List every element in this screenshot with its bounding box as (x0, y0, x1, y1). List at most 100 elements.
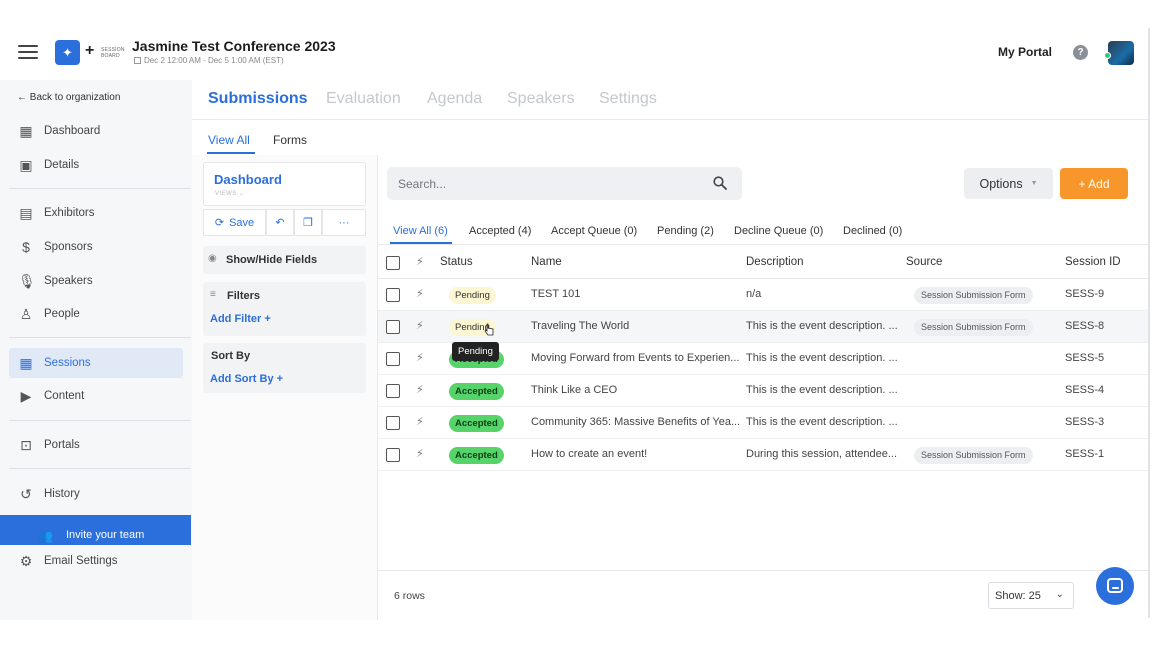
options-button[interactable]: Options ▼ (964, 168, 1053, 199)
sidebar-item-speakers[interactable]: 🎙 Speakers (9, 266, 183, 296)
search-input[interactable] (387, 167, 742, 200)
table-row[interactable]: ⚡ Pending TEST 101 n/a Session Submission Fo… (378, 279, 1148, 311)
session-description: n/a (746, 288, 762, 300)
view-selector[interactable]: Dashboard VIEWS ⌄ (203, 162, 366, 206)
row-checkbox[interactable] (386, 448, 400, 462)
hand-cursor-icon (484, 323, 494, 336)
page-size-select[interactable]: Show: 25 ⌄ (988, 582, 1074, 609)
back-to-organization-link[interactable]: ← Back to organization (17, 92, 120, 103)
tab-settings[interactable]: Settings (599, 90, 657, 108)
add-user-icon: 👥 (38, 529, 53, 543)
save-view-button[interactable]: ⟳ Save (203, 209, 266, 236)
sidebar-item-label: People (44, 308, 80, 320)
sidebar-divider (9, 420, 191, 421)
sidebar-item-label: Exhibitors (44, 207, 95, 219)
status-tab-view-all[interactable]: View All (6) (393, 225, 448, 237)
sidebar-item-sessions[interactable]: ▦ Sessions (9, 348, 183, 378)
sub-tab-forms[interactable]: Forms (273, 133, 307, 147)
column-header-source[interactable]: Source (906, 256, 942, 268)
portal-icon: ⊡ (20, 437, 32, 453)
dollar-icon: $ (22, 239, 30, 255)
tab-agenda[interactable]: Agenda (427, 90, 482, 108)
search-icon[interactable] (713, 176, 727, 190)
sidebar-item-label: Email Settings (44, 555, 118, 567)
sidebar-item-dashboard[interactable]: ▦ Dashboard (9, 116, 183, 146)
my-portal-link[interactable]: My Portal (998, 45, 1052, 59)
column-header-status[interactable]: Status (440, 256, 473, 268)
sidebar-item-label: Details (44, 159, 80, 171)
bolt-icon: ⚡ (416, 416, 424, 428)
more-options-button[interactable]: ··· (322, 209, 366, 236)
bolt-icon: ⚡ (416, 352, 424, 364)
session-description: This is the event description. ... (746, 352, 898, 364)
column-header-session-id[interactable]: Session ID (1065, 256, 1121, 268)
add-sort-button[interactable]: Add Sort By + (210, 373, 283, 385)
sidebar-item-sponsors[interactable]: $ Sponsors (9, 232, 183, 262)
status-badge[interactable]: Accepted (449, 447, 504, 464)
calendar-icon: ▣ (19, 157, 33, 173)
add-filter-button[interactable]: Add Filter + (210, 313, 271, 325)
status-badge[interactable]: Pending (449, 287, 496, 304)
sidebar-item-label: Speakers (44, 275, 93, 287)
sub-tab-view-all[interactable]: View All (208, 133, 250, 147)
play-icon: ▶ (20, 388, 32, 404)
rows-count: 6 rows (394, 590, 425, 602)
sidebar-item-exhibitors[interactable]: ▤ Exhibitors (9, 198, 183, 228)
status-tab-declined[interactable]: Declined (0) (843, 225, 902, 237)
save-view-label: Save (229, 216, 255, 229)
sidebar-item-label: Sessions (44, 357, 91, 369)
row-checkbox[interactable] (386, 384, 400, 398)
sidebar-item-people[interactable]: ♙ People (9, 299, 183, 329)
session-name: How to create an event! (531, 448, 648, 460)
chevron-down-icon: ⌄ (1055, 589, 1064, 600)
invite-team-button[interactable]: 👥 Invite your team (0, 515, 191, 545)
session-id: SESS-5 (1065, 352, 1105, 364)
status-tab-decline-queue[interactable]: Decline Queue (0) (734, 225, 823, 237)
tab-speakers[interactable]: Speakers (507, 90, 575, 108)
session-id: SESS-3 (1065, 416, 1105, 428)
row-checkbox[interactable] (386, 288, 400, 302)
session-description: This is the event description. ... (746, 384, 898, 396)
hamburger-menu-icon[interactable] (18, 45, 38, 59)
status-tab-accepted[interactable]: Accepted (4) (469, 225, 531, 237)
copy-view-button[interactable]: ❐ (294, 209, 322, 236)
row-checkbox[interactable] (386, 320, 400, 334)
bolt-icon: ⚡ (416, 384, 424, 396)
table-row[interactable]: ⚡ Accepted Community 365: Massive Benefits… (378, 407, 1148, 439)
status-badge[interactable]: Accepted (449, 415, 504, 432)
sidebar-item-details[interactable]: ▣ Details (9, 150, 183, 180)
partner-logo: SESSION BOARD (101, 47, 125, 59)
status-badge[interactable]: Accepted (449, 383, 504, 400)
bolt-icon: ⚡ (416, 320, 424, 332)
tab-submissions[interactable]: Submissions (208, 90, 308, 108)
sidebar-item-email-settings[interactable]: ⚙ Email Settings (9, 546, 183, 576)
show-hide-fields-label: Show/Hide Fields (226, 254, 318, 266)
session-name: Moving Forward from Events to Experien..… (531, 352, 739, 364)
session-id: SESS-8 (1065, 320, 1105, 332)
status-tab-pending[interactable]: Pending (2) (657, 225, 714, 237)
tab-evaluation[interactable]: Evaluation (326, 90, 401, 108)
help-icon[interactable]: ? (1073, 45, 1088, 60)
sidebar-item-content[interactable]: ▶ Content (9, 381, 183, 411)
chat-icon (1107, 578, 1123, 593)
column-header-name[interactable]: Name (531, 256, 562, 268)
avatar[interactable] (1108, 41, 1134, 65)
show-hide-fields-button[interactable]: ◉ Show/Hide Fields (203, 246, 366, 274)
session-description: This is the event description. ... (746, 320, 898, 332)
table-row[interactable]: ⚡ Accepted How to create an event! During t… (378, 439, 1148, 471)
right-edge-divider (1148, 28, 1150, 618)
table-header: ⚡ Status Name Description Source Session… (378, 247, 1148, 279)
status-tab-accept-queue[interactable]: Accept Queue (0) (551, 225, 637, 237)
chat-launcher-button[interactable] (1096, 567, 1134, 605)
sidebar-item-history[interactable]: ↺ History (9, 479, 183, 509)
row-checkbox[interactable] (386, 416, 400, 430)
top-header: ✦ + SESSION BOARD Jasmine Test Conferenc… (0, 0, 1152, 80)
eye-icon: ◉ (208, 253, 217, 264)
table-row[interactable]: ⚡ Accepted Think Like a CEO This is the eve… (378, 375, 1148, 407)
column-header-description[interactable]: Description (746, 256, 804, 268)
sidebar-item-portals[interactable]: ⊡ Portals (9, 430, 183, 460)
row-checkbox[interactable] (386, 352, 400, 366)
select-all-checkbox[interactable] (386, 256, 400, 270)
add-button[interactable]: + Add (1060, 168, 1128, 199)
undo-button[interactable]: ↶ (266, 209, 294, 236)
